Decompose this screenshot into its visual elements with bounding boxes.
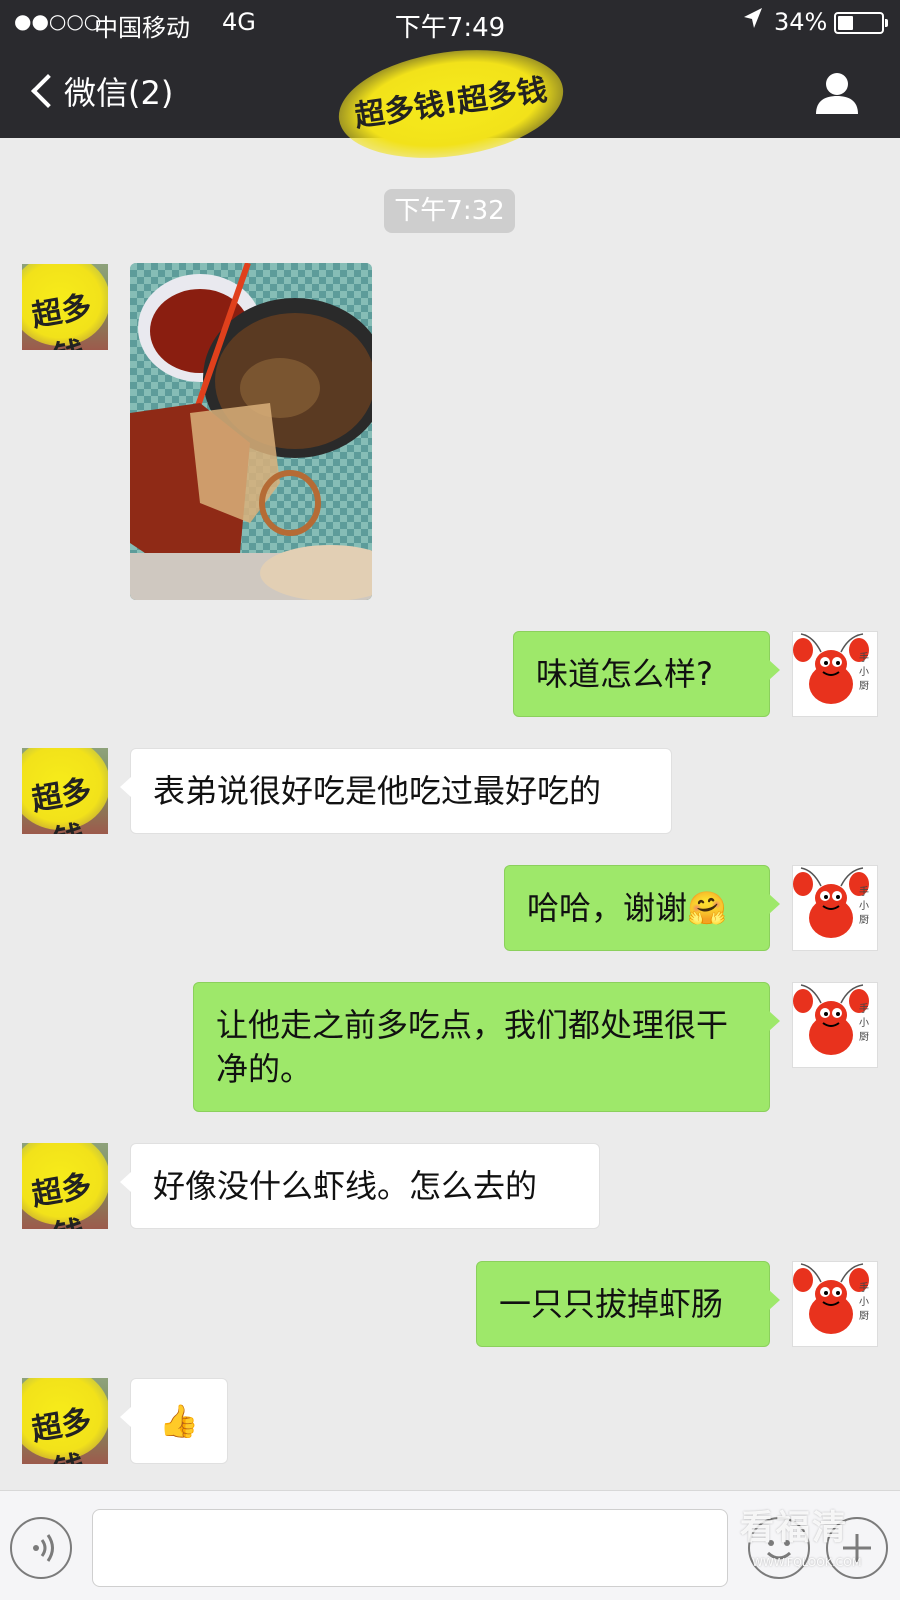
chevron-left-icon <box>31 74 65 108</box>
crawfish-photo-image <box>130 263 372 600</box>
message-text: 好像没什么虾线。怎么去的 <box>153 1167 538 1205</box>
message-text: 让他走之前多吃点，我们都处理很干净的。 <box>216 1006 729 1088</box>
battery-percent: 34% <box>774 8 828 36</box>
message-text: 表弟说很好吃是他吃过最好吃的 <box>153 772 602 810</box>
watermark-url: WWW.FQLOOK.COM <box>752 1556 862 1569</box>
location-arrow-icon <box>742 6 764 38</box>
voice-input-button[interactable] <box>10 1517 72 1579</box>
thumbs-up-emoji: 👍 <box>159 1402 199 1440</box>
peer-message-bubble[interactable]: 表弟说很好吃是他吃过最好吃的 <box>120 748 672 834</box>
message-text: 哈哈，谢谢🤗 <box>527 889 727 927</box>
my-message-bubble[interactable]: 哈哈，谢谢🤗 <box>504 865 780 951</box>
top-bar: ●●○○○ 中国移动 4G 下午7:49 34% 微信(2) 超多钱!超多钱 <box>0 0 900 172</box>
my-avatar[interactable]: 手小厨 <box>792 631 878 717</box>
message-text: 味道怎么样? <box>536 655 713 693</box>
back-label: 微信(2) <box>64 74 174 112</box>
my-avatar[interactable]: 手小厨 <box>792 1261 878 1347</box>
battery-icon <box>834 12 888 34</box>
peer-message-bubble[interactable]: 👍 <box>120 1378 228 1464</box>
title-overlay-text: 超多钱!超多钱 <box>352 72 550 135</box>
status-bar: ●●○○○ 中国移动 4G 下午7:49 34% <box>0 0 900 44</box>
peer-avatar[interactable]: 超多钱 <box>22 1378 108 1464</box>
chat-title-obscured: 超多钱!超多钱 <box>331 36 571 172</box>
status-time: 下午7:49 <box>394 13 506 43</box>
my-message-bubble[interactable]: 让他走之前多吃点，我们都处理很干净的。 <box>193 982 780 1112</box>
my-message-bubble[interactable]: 一只只拔掉虾肠 <box>476 1261 780 1347</box>
message-input[interactable] <box>92 1509 728 1587</box>
message-text: 一只只拔掉虾肠 <box>499 1285 724 1323</box>
peer-avatar[interactable]: 超多钱 <box>22 748 108 834</box>
watermark-brand: 看福清 <box>740 1508 848 1548</box>
back-button[interactable]: 微信(2) <box>26 66 173 116</box>
peer-avatar[interactable]: 超多钱 <box>22 264 108 350</box>
voice-icon <box>33 1534 54 1562</box>
message-timestamp: 下午7:32 <box>384 189 515 233</box>
shared-photo[interactable] <box>130 263 372 600</box>
peer-message-bubble[interactable]: 好像没什么虾线。怎么去的 <box>120 1143 600 1229</box>
profile-icon[interactable] <box>814 70 860 116</box>
peer-avatar[interactable]: 超多钱 <box>22 1143 108 1229</box>
my-message-bubble[interactable]: 味道怎么样? <box>513 631 780 717</box>
my-avatar[interactable]: 手小厨 <box>792 865 878 951</box>
my-avatar[interactable]: 手小厨 <box>792 982 878 1068</box>
